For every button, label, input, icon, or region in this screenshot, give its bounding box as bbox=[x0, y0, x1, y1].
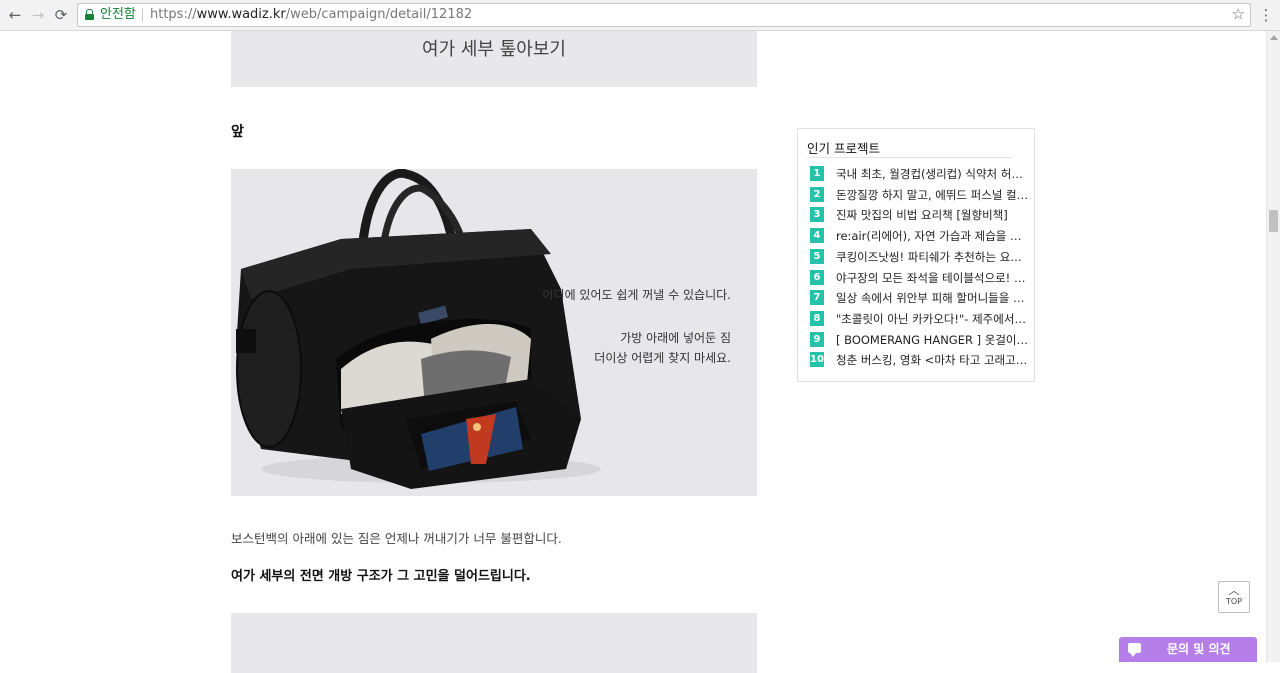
popular-projects-title: 인기 프로젝트 bbox=[807, 141, 880, 156]
rank-badge: 6 bbox=[810, 269, 824, 285]
popular-item[interactable]: 1 국내 최초, 월경컵(생리컵) 식약처 허가를... bbox=[810, 165, 1032, 183]
back-arrow-icon[interactable]: ← bbox=[5, 5, 25, 25]
rank-badge: 1 bbox=[810, 166, 824, 181]
popular-projects-panel: 인기 프로젝트 1 국내 최초, 월경컵(생리컵) 식약처 허가를... 2 돈… bbox=[797, 128, 1035, 382]
section-title-banner: 여가 세부 톺아보기 bbox=[231, 31, 757, 87]
description-paragraph: 보스턴백의 아래에 있는 짐은 언제나 꺼내기가 너무 불편합니다. bbox=[231, 531, 562, 546]
kebab-menu-icon[interactable]: ⋮ bbox=[1258, 5, 1274, 25]
browser-toolbar: ← → ⟳ 안전함 https://www.wadiz.kr/web/campa… bbox=[0, 0, 1280, 31]
popular-item[interactable]: 5 쿠킹이즈낫씽! 파티쉐가 추천하는 요리 ... bbox=[810, 248, 1032, 266]
highlight-paragraph: 여가 세부의 전면 개방 구조가 그 고민을 덜어드립니다. bbox=[231, 569, 531, 584]
url-scheme: https:// bbox=[150, 7, 197, 22]
popular-item-title[interactable]: [ BOOMERANG HANGER ] 옷걸이는 뭔... bbox=[836, 331, 1029, 349]
scroll-to-top-button[interactable]: ︿ TOP bbox=[1218, 581, 1250, 613]
next-section-banner bbox=[231, 613, 757, 673]
url-path: /web/campaign/detail/12182 bbox=[285, 7, 473, 22]
popular-item[interactable]: 3 진짜 맛집의 비법 요리책 [월향비책] bbox=[810, 206, 1032, 224]
inquiry-feedback-button[interactable]: 문의 및 의견 bbox=[1119, 637, 1257, 662]
secure-label: 안전함 bbox=[100, 7, 136, 22]
image-caption-bottom-items: 가방 아래에 넣어둔 짐 bbox=[620, 331, 731, 345]
popular-item[interactable]: 10 청춘 버스킹, 영화 <마차 타고 고래고래> bbox=[810, 351, 1032, 369]
star-icon[interactable]: ☆ bbox=[1232, 5, 1245, 24]
image-caption-easy-access: 어디에 있어도 쉽게 꺼낼 수 있습니다. bbox=[542, 288, 732, 302]
popular-item[interactable]: 4 re:air(리에어), 자연 가습과 제습을 한번... bbox=[810, 227, 1032, 245]
url-text[interactable]: https://www.wadiz.kr/web/campaign/detail… bbox=[150, 6, 472, 24]
reload-icon[interactable]: ⟳ bbox=[51, 5, 71, 25]
address-bar[interactable]: 안전함 https://www.wadiz.kr/web/campaign/de… bbox=[77, 3, 1251, 27]
popular-item-title[interactable]: "초콜릿이 아닌 카카오다!"- 제주에서 만... bbox=[836, 310, 1029, 328]
popular-item-title[interactable]: 국내 최초, 월경컵(생리컵) 식약처 허가를... bbox=[836, 165, 1029, 183]
popular-item-title[interactable]: 일상 속에서 위안부 피해 할머니들을 기... bbox=[836, 289, 1029, 307]
rank-badge: 7 bbox=[810, 290, 824, 306]
rank-badge: 4 bbox=[810, 228, 824, 244]
rank-badge: 8 bbox=[810, 310, 824, 326]
popular-item-title[interactable]: 쿠킹이즈낫씽! 파티쉐가 추천하는 요리 ... bbox=[836, 248, 1029, 266]
front-subheading: 앞 bbox=[231, 124, 244, 140]
popular-item[interactable]: 7 일상 속에서 위안부 피해 할머니들을 기... bbox=[810, 289, 1032, 307]
popular-item-title[interactable]: re:air(리에어), 자연 가습과 제습을 한번... bbox=[836, 227, 1029, 245]
rank-badge: 3 bbox=[810, 207, 824, 223]
rank-badge: 10 bbox=[810, 352, 824, 368]
forward-arrow-icon[interactable]: → bbox=[28, 5, 48, 25]
popular-item[interactable]: 2 돈깡질깡 하지 말고, 에뛰드 퍼스널 컬러... bbox=[810, 186, 1032, 204]
popular-item-title[interactable]: 청춘 버스킹, 영화 <마차 타고 고래고래> bbox=[836, 351, 1029, 369]
popular-item[interactable]: 8 "초콜릿이 아닌 카카오다!"- 제주에서 만... bbox=[810, 310, 1032, 328]
image-caption-no-searching: 더이상 어렵게 찾지 마세요. bbox=[594, 351, 731, 365]
scrollbar-thumb[interactable] bbox=[1269, 210, 1278, 232]
lock-icon bbox=[85, 9, 94, 20]
popular-item-title[interactable]: 진짜 맛집의 비법 요리책 [월향비책] bbox=[836, 206, 1029, 224]
section-title: 여가 세부 톺아보기 bbox=[422, 39, 566, 60]
rank-badge: 5 bbox=[810, 248, 824, 264]
bag-product-image: 어디에 있어도 쉽게 꺼낼 수 있습니다. 가방 아래에 넣어둔 짐 더이상 어… bbox=[231, 169, 757, 496]
popular-item[interactable]: 9 [ BOOMERANG HANGER ] 옷걸이는 뭔... bbox=[810, 331, 1032, 349]
inquiry-label: 문의 및 의견 bbox=[1167, 642, 1231, 656]
rank-badge: 9 bbox=[810, 331, 824, 347]
chevron-up-icon: ︿ bbox=[1228, 584, 1240, 597]
campaign-page: 여가 세부 톺아보기 앞 어디에 있어도 쉽게 꺼낼 수 있습니다. 가방 아래… bbox=[0, 31, 1266, 673]
popular-item-title[interactable]: 야구장의 모든 좌석을 테이블석으로! "스... bbox=[836, 269, 1029, 287]
chat-bubble-icon bbox=[1128, 643, 1141, 657]
address-divider bbox=[142, 8, 143, 22]
url-host: www.wadiz.kr bbox=[196, 7, 286, 22]
popular-item[interactable]: 6 야구장의 모든 좌석을 테이블석으로! "스... bbox=[810, 269, 1032, 287]
vertical-scrollbar[interactable] bbox=[1266, 31, 1280, 662]
popular-item-title[interactable]: 돈깡질깡 하지 말고, 에뛰드 퍼스널 컬러... bbox=[836, 186, 1029, 204]
top-label: TOP bbox=[1225, 597, 1242, 606]
scroll-up-arrow-icon[interactable] bbox=[1270, 35, 1278, 40]
rank-badge: 2 bbox=[810, 186, 824, 202]
popular-divider bbox=[807, 157, 1013, 158]
